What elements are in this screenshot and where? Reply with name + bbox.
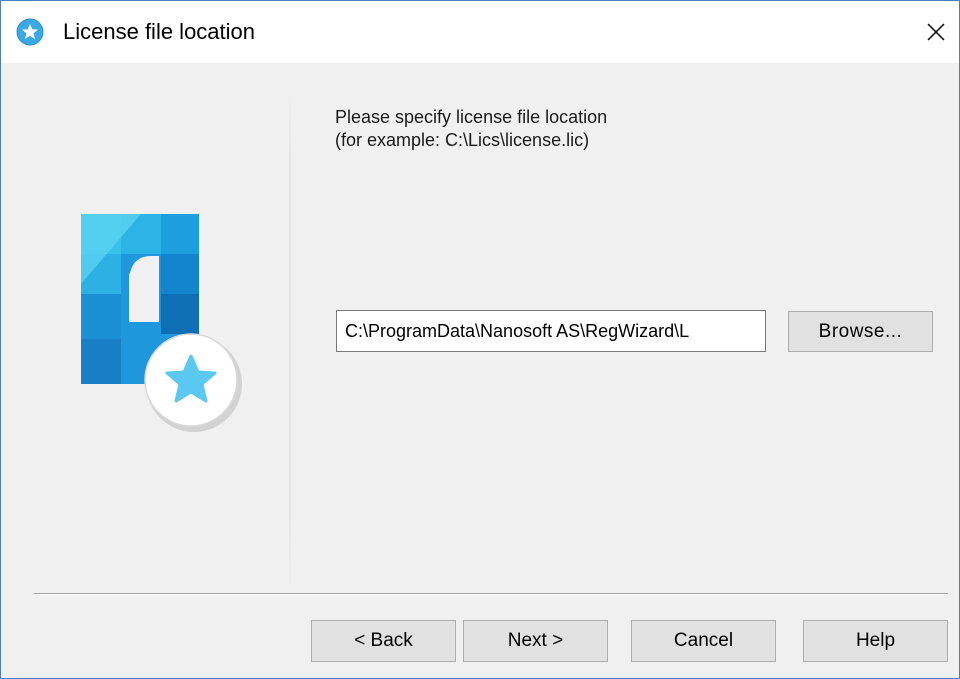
instructions-line-2: (for example: C:\Lics\license.lic) xyxy=(335,130,590,150)
vertical-separator xyxy=(289,91,291,591)
close-icon xyxy=(927,23,945,41)
horizontal-separator-highlight xyxy=(34,594,948,595)
help-button[interactable]: Help xyxy=(803,620,948,662)
close-button[interactable] xyxy=(913,9,959,55)
instructions-line-1: Please specify license file location xyxy=(335,107,608,127)
title-bar[interactable]: License file location xyxy=(1,1,959,63)
next-button[interactable]: Next > xyxy=(463,620,608,662)
license-star-logo xyxy=(81,214,242,432)
browse-button[interactable]: Browse... xyxy=(788,311,933,352)
window-title: License file location xyxy=(63,19,256,44)
app-star-icon xyxy=(16,18,44,46)
back-button[interactable]: < Back xyxy=(311,620,456,662)
license-path-input[interactable] xyxy=(336,310,766,352)
instructions-text: Please specify license file location (fo… xyxy=(335,106,607,152)
license-dialog: License file location Please specify lic… xyxy=(0,0,960,679)
dialog-content: Please specify license file location (fo… xyxy=(1,63,959,678)
cancel-button[interactable]: Cancel xyxy=(631,620,776,662)
